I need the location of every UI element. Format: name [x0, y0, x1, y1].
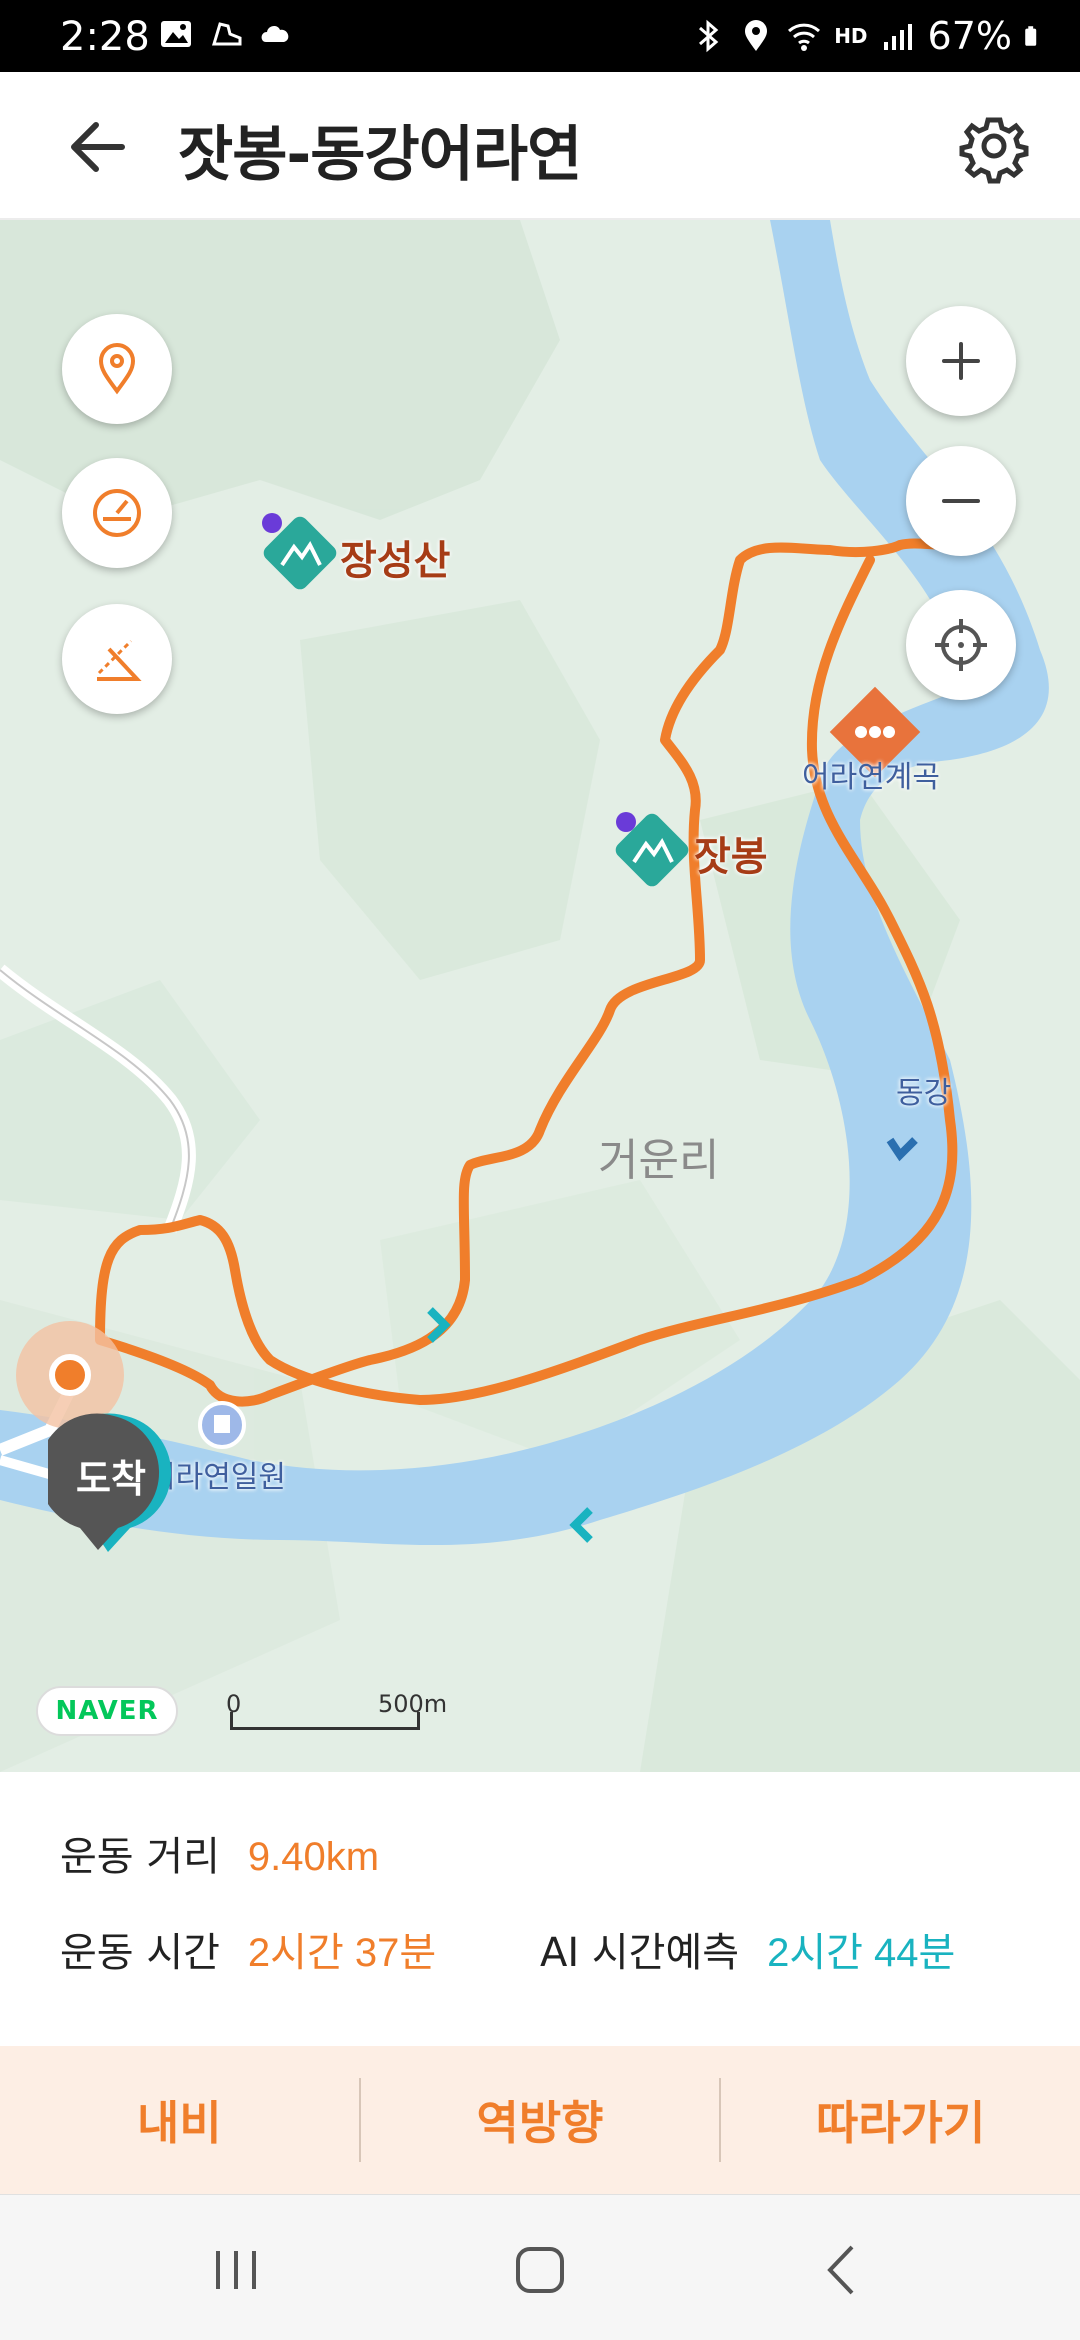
- wifi-icon: [788, 23, 821, 51]
- map-scale: 0 500m: [226, 1690, 447, 1738]
- navi-button[interactable]: 내비: [0, 2046, 359, 2194]
- route-info-card: 운동 거리 9.40km 운동 시간 2시간 37분 AI 시간예측 2시간 4…: [0, 1772, 1080, 2046]
- location-icon: [745, 20, 768, 51]
- time-value: 2시간 37분: [247, 1931, 437, 1975]
- zoom-out-button[interactable]: [906, 446, 1016, 556]
- pin-icon: [98, 343, 136, 395]
- place-label-river: 동강: [896, 1076, 952, 1111]
- ai-time-value: 2시간 44분: [767, 1931, 956, 1975]
- arrive-label: 도착: [76, 1457, 146, 1501]
- ai-time-row: AI 시간예측 2시간 44분: [540, 1920, 955, 1978]
- battery-icon: [1025, 26, 1037, 46]
- plus-icon: [942, 342, 980, 380]
- place-label-valley: 어라연계곡: [802, 760, 940, 795]
- action-bar: 내비 역방향 따라가기: [0, 2046, 1080, 2194]
- location-pin-button[interactable]: [62, 314, 172, 424]
- distance-row: 운동 거리 9.40km: [60, 1824, 379, 1882]
- time-label: 운동 시간: [60, 1930, 220, 1976]
- cloud-icon: [261, 26, 289, 42]
- battery-percent: 67%: [927, 14, 1012, 58]
- distance-label: 운동 거리: [60, 1834, 220, 1880]
- lodge-icon[interactable]: [198, 1401, 246, 1449]
- poi-label-jangseongsan[interactable]: 장성산: [340, 528, 450, 586]
- mountain-poi-icon[interactable]: [260, 513, 339, 593]
- minus-icon: [942, 499, 980, 503]
- slope-icon: [97, 639, 142, 681]
- bluetooth-icon: [699, 19, 719, 53]
- time-row: 운동 시간 2시간 37분: [60, 1920, 436, 1978]
- status-notification-icons: [158, 16, 294, 52]
- scale-bar: [230, 1712, 420, 1730]
- zoom-in-button[interactable]: [906, 306, 1016, 416]
- my-location-button[interactable]: [906, 590, 1016, 700]
- gear-icon: [959, 117, 1029, 184]
- status-bar: 2:28 HD 67%: [0, 0, 1080, 72]
- home-icon[interactable]: [500, 2235, 580, 2305]
- page-title: 잣봉-동강어라연: [178, 120, 582, 190]
- crosshair-icon: [935, 619, 987, 671]
- speedometer-icon: [93, 489, 141, 537]
- poi-label-jatbong[interactable]: 잣봉: [694, 824, 768, 882]
- speedometer-button[interactable]: [62, 458, 172, 568]
- back-nav-icon[interactable]: [804, 2235, 884, 2305]
- naver-logo[interactable]: NAVER: [36, 1686, 178, 1736]
- elevation-button[interactable]: [62, 604, 172, 714]
- distance-value: 9.40km: [247, 1835, 380, 1879]
- shoe-icon: [211, 22, 242, 46]
- area-label: 거운리: [598, 1135, 720, 1186]
- gallery-icon: [161, 21, 191, 47]
- signal-icon: [883, 24, 912, 50]
- settings-button[interactable]: [954, 106, 1034, 186]
- ai-time-label: AI 시간예측: [540, 1930, 740, 1976]
- reverse-button[interactable]: 역방향: [361, 2046, 720, 2194]
- hd-voice-icon: HD: [834, 24, 868, 48]
- status-system-icons: HD 67%: [690, 14, 1046, 58]
- app-header: 잣봉-동강어라연: [0, 72, 1080, 220]
- back-button[interactable]: [62, 112, 142, 182]
- follow-button[interactable]: 따라가기: [721, 2046, 1080, 2194]
- arrow-left-icon: [71, 122, 125, 172]
- system-nav-bar: [0, 2194, 1080, 2340]
- mountain-poi-icon[interactable]: [612, 810, 691, 889]
- recent-apps-icon[interactable]: [198, 2235, 278, 2305]
- map-view[interactable]: 장성산 잣봉 어라연계곡 동강 거운리 어라연일원 도착 NAVER 0 500…: [0, 220, 1080, 1772]
- status-time: 2:28: [60, 14, 150, 60]
